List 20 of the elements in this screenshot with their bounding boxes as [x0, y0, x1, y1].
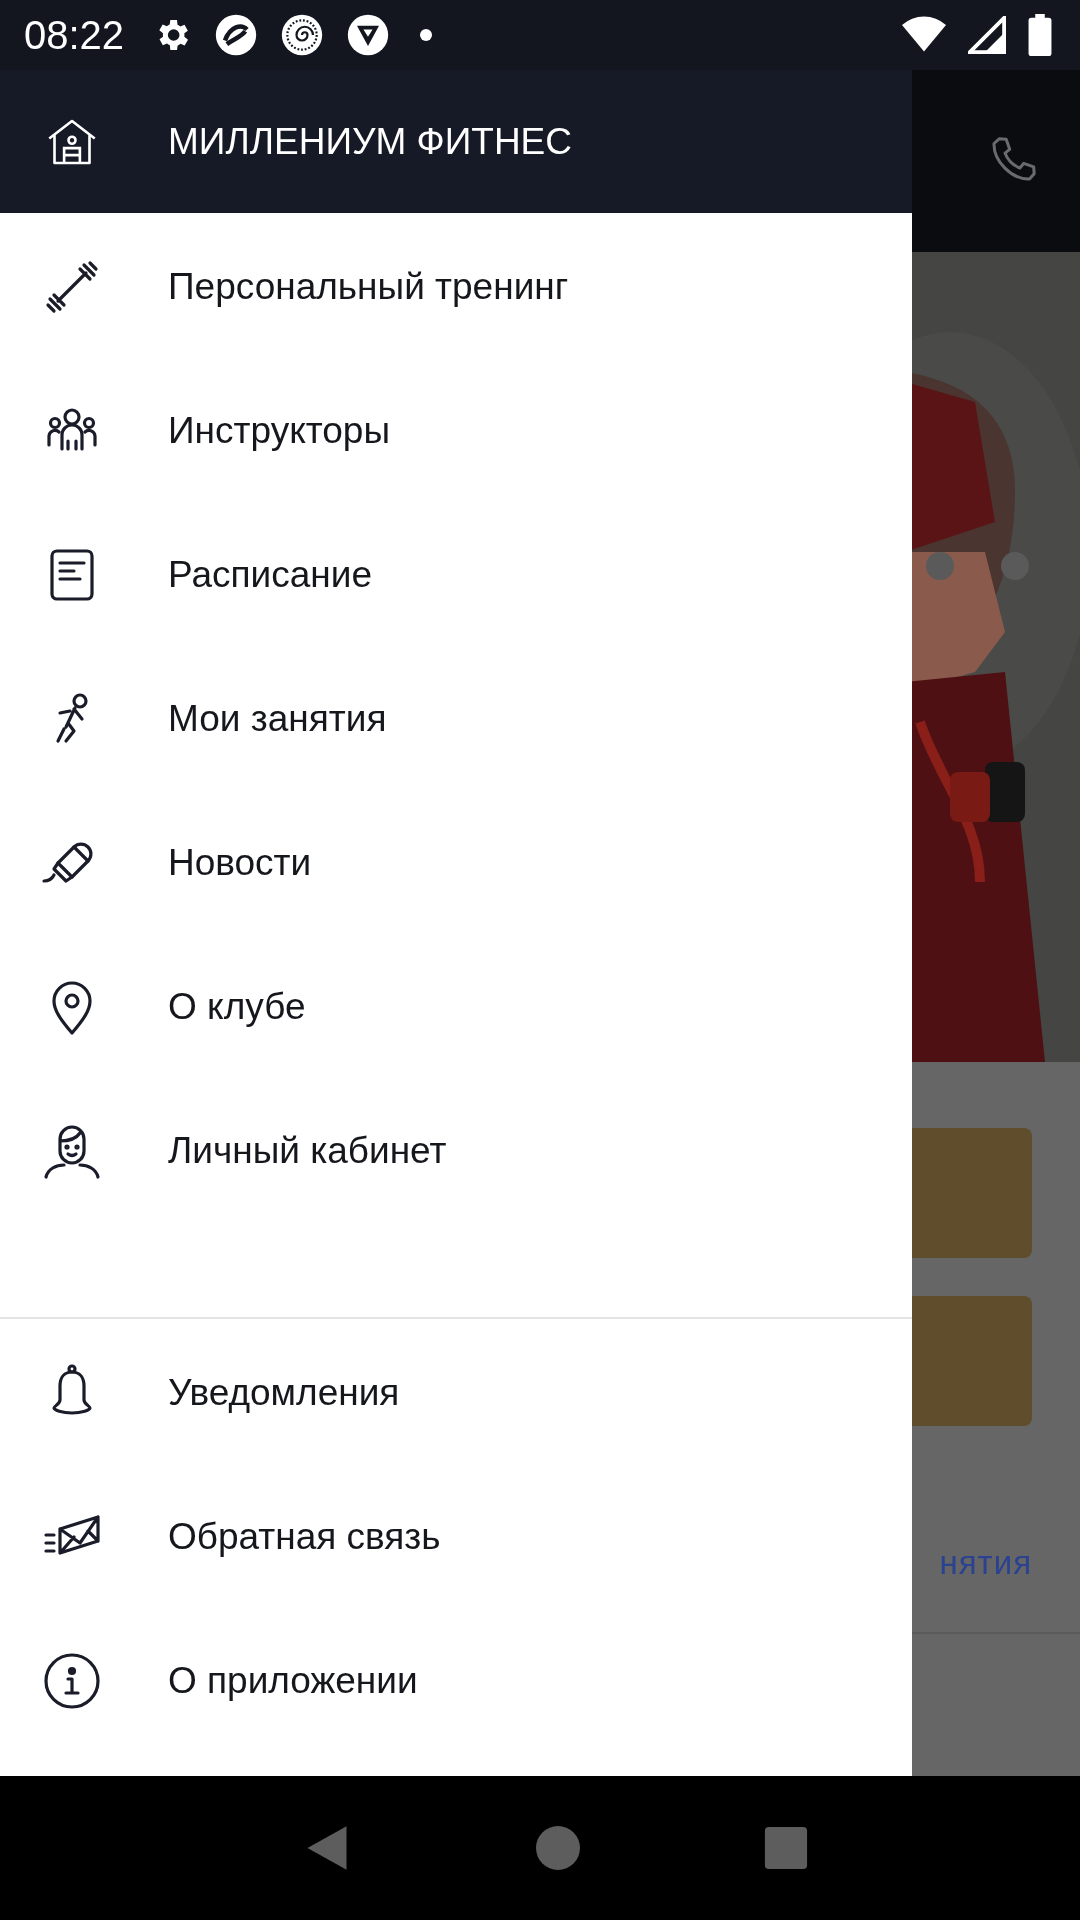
- menu-item[interactable]: Личный кабинет: [0, 1079, 912, 1223]
- home-icon[interactable]: [534, 1824, 582, 1872]
- menu-item[interactable]: Расписание: [0, 503, 912, 647]
- notification-dot-icon: [420, 29, 433, 41]
- menu-item[interactable]: Обратная связь: [0, 1465, 912, 1609]
- signal-icon: [968, 16, 1006, 54]
- spiral-icon: [280, 13, 325, 57]
- wifi-icon: [902, 16, 946, 54]
- menu-item[interactable]: Инструкторы: [0, 359, 912, 503]
- menu-item[interactable]: Персональный тренинг: [0, 215, 912, 359]
- app-icon: [214, 13, 259, 57]
- menu-item[interactable]: Мои занятия: [0, 647, 912, 791]
- battery-icon: [1028, 14, 1052, 56]
- menu-item[interactable]: О приложении: [0, 1609, 912, 1753]
- status-time: 08:22: [24, 12, 125, 58]
- menu-item[interactable]: Уведомления: [0, 1321, 912, 1465]
- menu-item[interactable]: Новости: [0, 791, 912, 935]
- club-title: МИЛЛЕНИУМ ФИТНЕС: [168, 120, 573, 163]
- menu-item[interactable]: О клубе: [0, 935, 912, 1079]
- recents-icon[interactable]: [763, 1825, 810, 1871]
